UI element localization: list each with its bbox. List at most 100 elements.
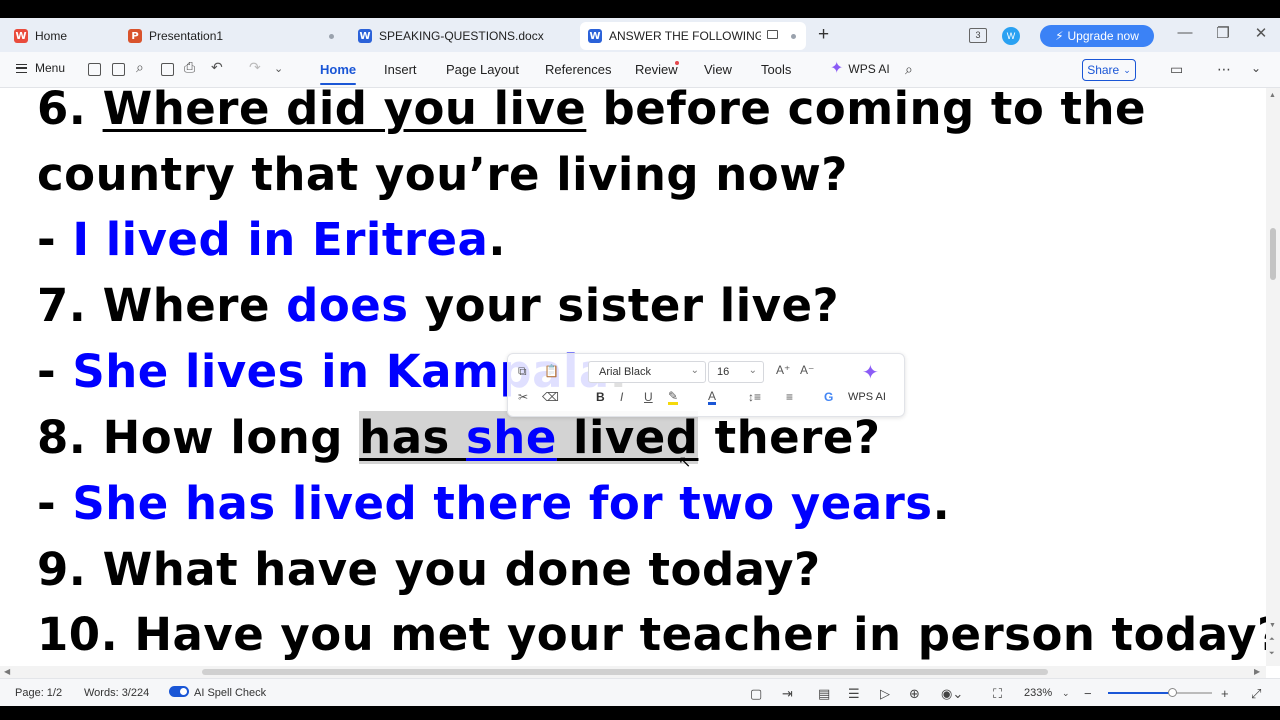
prev-page-icon[interactable]: ⏶ [1269, 636, 1275, 644]
copy-icon[interactable]: ⧉ [518, 364, 527, 379]
tab-bar: W Home P Presentation1 W SPEAKING-QUESTI… [0, 18, 1280, 52]
tab-references[interactable]: References [545, 62, 611, 77]
fullscreen-icon[interactable]: ⤢ [1251, 686, 1261, 702]
outline-view-icon[interactable]: ☰ [848, 686, 860, 702]
italic-icon[interactable]: I [620, 390, 623, 404]
document-logo-icon: W [358, 29, 372, 43]
document-canvas[interactable]: 6. Where did you live before coming to t… [0, 88, 1266, 666]
chevron-down-icon: ⌄ [1123, 64, 1131, 75]
highlight-icon[interactable]: ✎ [668, 390, 679, 405]
share-button[interactable]: Share ⌄ [1082, 59, 1136, 81]
play-icon[interactable]: ▷ [880, 686, 890, 702]
avatar[interactable]: W [1002, 27, 1020, 45]
cut-icon[interactable]: ✂ [518, 390, 528, 404]
comment-icon[interactable]: ▭ [1170, 61, 1183, 78]
decrease-font-icon[interactable]: A⁻ [800, 363, 814, 377]
zoom-out-button[interactable]: − [1084, 686, 1092, 701]
zoom-slider-fill [1108, 692, 1173, 694]
clear-format-icon[interactable]: ⌫ [542, 390, 559, 404]
read-mode-icon[interactable]: ▢ [750, 686, 762, 702]
minimize-button[interactable]: — [1170, 24, 1200, 41]
more-options-icon[interactable]: ⋯ [1217, 61, 1231, 78]
more-quick-access-icon[interactable]: ⌄ [274, 62, 283, 75]
document-line[interactable]: - I lived in Eritrea. [37, 210, 506, 270]
upgrade-now-button[interactable]: ⚡ Upgrade now [1040, 25, 1154, 47]
google-icon[interactable]: G [824, 390, 833, 404]
chevron-down-icon: ⌄ [690, 365, 699, 376]
fit-page-icon[interactable]: ⛶ [993, 686, 1002, 702]
next-page-icon[interactable]: ⏷ [1269, 650, 1275, 658]
document-line[interactable]: 10. Have you met your teacher in person … [37, 605, 1266, 665]
word-count[interactable]: Words: 3/224 [84, 687, 149, 699]
document-line[interactable]: - She has lived there for two years. [37, 474, 950, 534]
spell-check-toggle[interactable] [169, 686, 189, 697]
zoom-in-button[interactable]: + [1221, 686, 1229, 701]
wps-ai-button[interactable]: ✦ WPS AI [830, 61, 890, 77]
wps-ai-format-button[interactable]: WPS AI [848, 391, 886, 403]
tab-home[interactable]: W Home [6, 22, 116, 50]
tab-insert[interactable]: Insert [384, 62, 417, 77]
text-run: 10. Have you met your teacher in person … [37, 608, 1266, 661]
search-icon[interactable]: ⌕ [905, 61, 913, 78]
lightning-icon: ⚡ [1055, 29, 1064, 43]
vertical-scroll-thumb[interactable] [1270, 228, 1276, 280]
paste-icon[interactable]: 📋 [544, 364, 559, 378]
eye-protection-icon[interactable]: ◉⌄ [941, 686, 963, 702]
line-spacing-icon[interactable]: ↕≡ [748, 390, 761, 404]
zoom-level[interactable]: 233% [1024, 687, 1052, 699]
badge-count-icon[interactable]: 3 [969, 28, 987, 43]
ribbon-bar: Menu ⌕ ⎙ ↶ ↷ ⌄ Home Insert Page Layout R… [0, 52, 1280, 88]
horizontal-scrollbar[interactable]: ◀ ▶ [0, 666, 1266, 678]
scroll-right-icon[interactable]: ▶ [1254, 667, 1260, 676]
tab-home-ribbon[interactable]: Home [320, 62, 357, 85]
export-icon[interactable]: ⇥ [782, 686, 793, 702]
save-icon[interactable] [112, 63, 125, 76]
print-preview-icon[interactable]: ⎙ [184, 59, 195, 76]
document-line[interactable]: country that you’re living now? [37, 145, 848, 205]
open-folder-icon[interactable] [88, 63, 101, 76]
tab-view[interactable]: View [704, 62, 732, 77]
font-color-icon[interactable]: A [708, 390, 717, 405]
tab-tools[interactable]: Tools [761, 62, 791, 77]
format-painter-icon[interactable]: ⌕ [136, 59, 144, 76]
text-run: she [466, 411, 557, 464]
spell-check-label: AI Spell Check [194, 687, 267, 699]
document-line[interactable]: 9. What have you done today? [37, 540, 821, 600]
wps-ai-sparkle-icon[interactable]: ✦ [862, 360, 879, 385]
new-tab-button[interactable]: + [818, 25, 829, 45]
increase-font-icon[interactable]: A⁺ [776, 363, 790, 377]
web-view-icon[interactable]: ⊕ [909, 686, 920, 702]
scroll-up-icon[interactable]: ▲ [1269, 92, 1276, 99]
tab-review[interactable]: Review [635, 62, 678, 77]
zoom-slider-handle[interactable] [1168, 688, 1178, 697]
page-view-icon[interactable]: ▤ [818, 686, 830, 702]
align-icon[interactable]: ≡ [786, 390, 793, 404]
document-line[interactable]: 6. Where did you live before coming to t… [37, 88, 1146, 139]
undo-icon[interactable]: ↶ [211, 59, 223, 76]
tab-presentation[interactable]: P Presentation1 [120, 22, 344, 50]
font-name-value: Arial Black [599, 366, 651, 378]
print-icon[interactable] [161, 63, 174, 76]
chevron-down-icon[interactable]: ⌄ [1062, 688, 1070, 699]
zoom-slider[interactable] [1108, 692, 1212, 694]
tab-answer-questions[interactable]: W ANSWER THE FOLLOWING QU [580, 22, 806, 50]
font-name-select[interactable]: Arial Black ⌄ [588, 361, 706, 383]
scroll-down-icon[interactable]: ▼ [1269, 622, 1276, 629]
document-line[interactable]: 8. How long has she lived there? [37, 408, 881, 468]
monitor-icon[interactable] [767, 30, 778, 39]
font-size-select[interactable]: 16 ⌄ [708, 361, 764, 383]
document-line[interactable]: 7. Where does your sister live? [37, 276, 839, 336]
restore-button[interactable]: ❐ [1208, 24, 1238, 42]
scroll-left-icon[interactable]: ◀ [4, 667, 10, 676]
bold-icon[interactable]: B [596, 390, 605, 404]
collapse-ribbon-icon[interactable]: ⌄ [1251, 61, 1261, 75]
underline-icon[interactable]: U [644, 390, 653, 404]
close-button[interactable]: ✕ [1246, 24, 1276, 42]
vertical-scrollbar[interactable]: ▲ ▼ ⏶ ⏷ [1266, 88, 1280, 666]
horizontal-scroll-thumb[interactable] [202, 669, 1048, 675]
page-indicator[interactable]: Page: 1/2 [15, 687, 62, 699]
redo-icon[interactable]: ↷ [249, 59, 261, 76]
tab-speaking-questions[interactable]: W SPEAKING-QUESTIONS.docx [350, 22, 576, 50]
tab-page-layout[interactable]: Page Layout [446, 62, 519, 77]
main-menu-button[interactable]: Menu [16, 61, 65, 75]
